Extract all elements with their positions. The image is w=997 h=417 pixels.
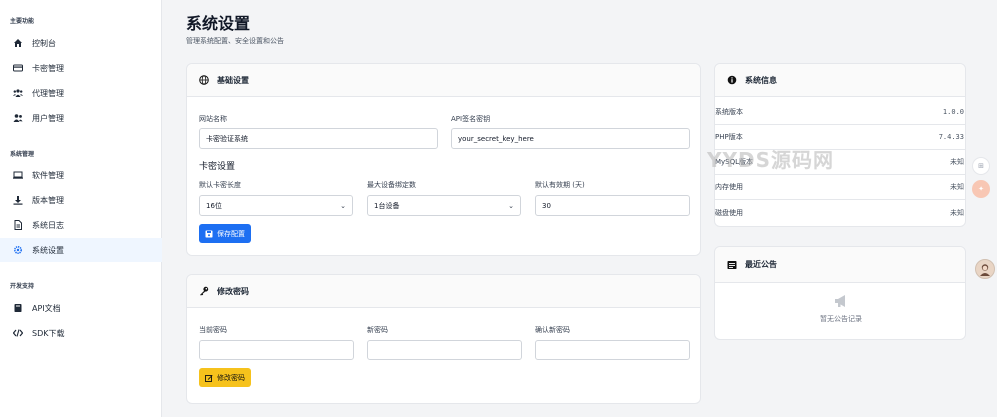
user-icon bbox=[12, 113, 24, 123]
sidebar-item-label: 卡密管理 bbox=[32, 63, 64, 73]
confirm-password-label: 确认新密码 bbox=[535, 326, 570, 334]
max-device-label: 最大设备绑定数 bbox=[367, 181, 416, 189]
save-config-label: 保存配置 bbox=[217, 229, 245, 238]
home-icon bbox=[12, 38, 24, 48]
info-value: 未知 bbox=[950, 208, 964, 217]
info-label: 内存使用 bbox=[715, 183, 743, 191]
info-label: 磁盘使用 bbox=[715, 208, 743, 217]
info-value: 1.0.0 bbox=[942, 108, 964, 116]
info-label: PHP版本 bbox=[715, 133, 743, 141]
sidebar-item-label: 用户管理 bbox=[32, 113, 64, 123]
sidebar: 主要功能 控制台 卡密管理 代理管理 用户管理 系统管理 软件管理 版本管理 系… bbox=[0, 0, 162, 417]
sidebar-item-versions[interactable]: 版本管理 bbox=[0, 188, 162, 212]
announcements-title: 最近公告 bbox=[745, 260, 777, 269]
site-name-input[interactable]: 卡密验证系统 bbox=[199, 128, 438, 149]
sidebar-item-sdk[interactable]: SDK下载 bbox=[0, 321, 162, 345]
card-settings-title: 卡密设置 bbox=[199, 162, 236, 172]
announcements-empty-text: 暂无公告记录 bbox=[820, 315, 862, 323]
new-password-input[interactable] bbox=[367, 340, 522, 360]
info-value: 7.4.33 bbox=[938, 133, 964, 141]
page-subtitle: 管理系统配置、安全设置和公告 bbox=[186, 37, 284, 45]
system-info-header: 系统信息 bbox=[715, 64, 965, 97]
key-icon bbox=[199, 286, 209, 296]
sidebar-item-agents[interactable]: 代理管理 bbox=[0, 81, 162, 105]
software-icon bbox=[12, 170, 24, 180]
page-title: 系统设置 bbox=[186, 14, 251, 33]
info-icon bbox=[727, 75, 737, 85]
validity-input[interactable]: 30 bbox=[535, 195, 690, 216]
site-name-label: 网站名称 bbox=[199, 115, 227, 123]
password-title: 修改密码 bbox=[217, 286, 249, 296]
info-value: 未知 bbox=[950, 158, 964, 166]
validity-label: 默认有效期 (天) bbox=[535, 181, 585, 189]
card-length-label: 默认卡密长度 bbox=[199, 181, 241, 189]
save-config-button[interactable]: 保存配置 bbox=[199, 224, 251, 243]
sidebar-item-label: 系统日志 bbox=[32, 220, 64, 230]
download-icon bbox=[12, 195, 24, 205]
gear-icon bbox=[12, 245, 24, 255]
edit-icon bbox=[205, 374, 213, 382]
change-password-button[interactable]: 修改密码 bbox=[199, 368, 251, 387]
system-info-title: 系统信息 bbox=[745, 75, 777, 85]
sidebar-item-label: 系统设置 bbox=[32, 245, 64, 255]
basic-settings-title: 基础设置 bbox=[217, 75, 249, 85]
current-password-input[interactable] bbox=[199, 340, 354, 360]
sidebar-item-label: API文档 bbox=[32, 303, 61, 313]
api-key-label: API签名密钥 bbox=[451, 115, 491, 123]
change-password-label: 修改密码 bbox=[217, 373, 245, 382]
info-label: 系统版本 bbox=[715, 108, 743, 116]
sidebar-section-system: 系统管理 bbox=[10, 151, 35, 158]
users-group-icon bbox=[12, 88, 24, 98]
assistant-icon[interactable]: ✦ bbox=[972, 180, 990, 198]
save-icon bbox=[205, 230, 213, 238]
current-password-label: 当前密码 bbox=[199, 326, 227, 334]
list-icon bbox=[727, 260, 737, 270]
avatar[interactable] bbox=[975, 259, 995, 279]
confirm-password-input[interactable] bbox=[535, 340, 690, 360]
card-icon bbox=[12, 63, 24, 73]
info-row-version: 系统版本 1.0.0 bbox=[715, 100, 966, 125]
announcements-empty: 暂无公告记录 bbox=[715, 293, 967, 324]
sidebar-item-logs[interactable]: 系统日志 bbox=[0, 213, 162, 237]
sidebar-item-label: 代理管理 bbox=[32, 88, 64, 98]
sidebar-item-api-docs[interactable]: API文档 bbox=[0, 296, 162, 320]
sidebar-item-label: 软件管理 bbox=[32, 170, 64, 180]
api-key-input[interactable]: your_secret_key_here bbox=[451, 128, 690, 149]
watermark: YYDS源码网 bbox=[707, 148, 834, 172]
sidebar-item-users[interactable]: 用户管理 bbox=[0, 106, 162, 130]
book-icon bbox=[12, 303, 24, 313]
grid-icon[interactable]: ⊞ bbox=[972, 157, 990, 175]
chevron-down-icon: ⌄ bbox=[508, 201, 514, 210]
info-row-memory: 内存使用 未知 bbox=[715, 175, 966, 200]
basic-settings-card: 基础设置 网站名称 卡密验证系统 API签名密钥 your_secret_key… bbox=[186, 63, 701, 256]
sidebar-item-label: 版本管理 bbox=[32, 195, 64, 205]
basic-settings-header: 基础设置 bbox=[187, 64, 700, 97]
sidebar-section-main: 主要功能 bbox=[10, 18, 35, 25]
sidebar-item-dashboard[interactable]: 控制台 bbox=[0, 31, 162, 55]
sidebar-item-cards[interactable]: 卡密管理 bbox=[0, 56, 162, 80]
sidebar-item-label: 控制台 bbox=[32, 38, 56, 48]
sidebar-section-dev: 开发支持 bbox=[10, 283, 35, 290]
new-password-label: 新密码 bbox=[367, 326, 388, 334]
announcements-header: 最近公告 bbox=[715, 247, 965, 283]
sidebar-item-settings[interactable]: 系统设置 bbox=[0, 238, 162, 262]
globe-icon bbox=[199, 75, 209, 85]
info-value: 未知 bbox=[950, 183, 964, 191]
max-device-select[interactable]: 1台设备 ⌄ bbox=[367, 195, 521, 216]
code-icon bbox=[12, 328, 24, 338]
megaphone-icon bbox=[833, 293, 849, 309]
sidebar-item-software[interactable]: 软件管理 bbox=[0, 163, 162, 187]
max-device-value: 1台设备 bbox=[374, 201, 400, 210]
info-row-disk: 磁盘使用 未知 bbox=[715, 200, 966, 225]
announcements-card: 最近公告 暂无公告记录 bbox=[714, 246, 966, 340]
file-icon bbox=[12, 220, 24, 230]
password-card: 修改密码 当前密码 新密码 确认新密码 修改密码 bbox=[186, 274, 701, 404]
sidebar-item-label: SDK下载 bbox=[32, 328, 65, 338]
card-length-select[interactable]: 16位 ⌄ bbox=[199, 195, 353, 216]
password-header: 修改密码 bbox=[187, 275, 700, 308]
chevron-down-icon: ⌄ bbox=[340, 201, 346, 210]
card-length-value: 16位 bbox=[206, 201, 222, 210]
